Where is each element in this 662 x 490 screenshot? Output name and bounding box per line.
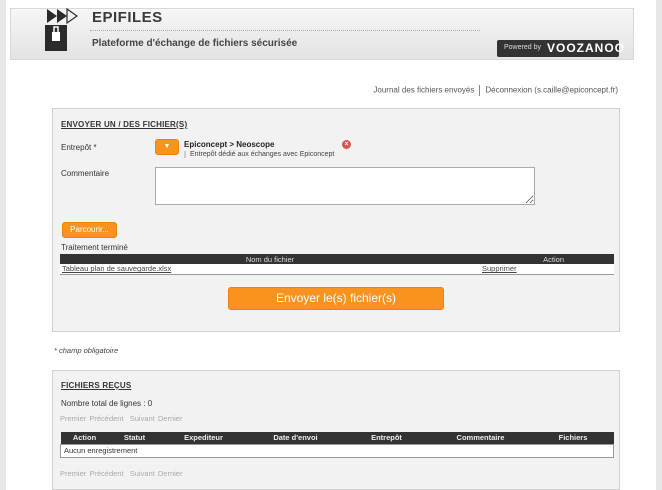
file-name-link[interactable]: Tableau plan de sauvegarde.xlsx	[60, 264, 480, 275]
comment-label: Commentaire	[61, 169, 110, 178]
column-header-files[interactable]: Fichiers	[532, 432, 614, 444]
total-rows-text: Nombre total de lignes : 0	[61, 399, 153, 408]
browse-button[interactable]: Parcourir...	[62, 222, 117, 238]
pager-prev[interactable]: Précédent	[89, 414, 123, 423]
entrepot-label: Entrepôt *	[61, 143, 97, 152]
link-separator	[479, 85, 481, 96]
powered-by-badge[interactable]: Powered by VOOZANOO	[497, 40, 624, 57]
delete-file-link[interactable]: Supprimer	[480, 264, 614, 275]
header-divider	[90, 30, 480, 31]
column-header-comment[interactable]: Commentaire	[428, 432, 533, 444]
column-header-filename: Nom du fichier	[60, 254, 480, 264]
pager-last[interactable]: Dernier	[158, 469, 183, 478]
pager-top: Premier Précédent Suivant Dernier	[60, 414, 182, 423]
uploaded-files-table: Nom du fichier Action Tableau plan de sa…	[60, 254, 614, 275]
mandatory-note: * champ obligatoire	[54, 346, 119, 355]
recv-panel-title: Fichiers reçus	[61, 381, 132, 390]
table-row: Tableau plan de sauvegarde.xlsx Supprime…	[60, 264, 614, 275]
column-header-action: Action	[480, 254, 614, 264]
send-panel-title: Envoyer un / des fichier(s)	[61, 120, 188, 129]
pager-first[interactable]: Premier	[60, 469, 86, 478]
top-links: Journal des fichiers envoyés Déconnexion …	[373, 85, 618, 96]
brand-logo: VOOZANOO	[547, 41, 626, 55]
remove-store-icon[interactable]: ×	[342, 140, 351, 149]
powered-by-label: Powered by	[504, 44, 541, 51]
comment-textarea[interactable]	[155, 167, 535, 205]
app-name: EPIFILES	[92, 9, 163, 26]
send-files-panel: Envoyer un / des fichier(s) Entrepôt * ▼…	[52, 108, 620, 332]
pager-first[interactable]: Premier	[60, 414, 86, 423]
table-row: Aucun enregistrement	[60, 443, 614, 458]
entrepot-dropdown-button[interactable]: ▼	[155, 139, 179, 155]
send-files-button[interactable]: Envoyer le(s) fichier(s)	[228, 287, 444, 310]
table-header-row: Action Statut Expediteur Date d'envoi En…	[60, 432, 614, 444]
pager-last[interactable]: Dernier	[158, 414, 183, 423]
pager-next[interactable]: Suivant	[130, 414, 155, 423]
column-header-status[interactable]: Statut	[108, 432, 161, 444]
store-description: Entrepôt dédié aux échanges avec Epiconc…	[184, 151, 334, 158]
logout-link[interactable]: Déconnexion (s.caille@epiconcept.fr)	[485, 86, 618, 95]
status-text: Traitement terminé	[61, 243, 128, 252]
column-header-date[interactable]: Date d'envoi	[246, 432, 345, 444]
app-subtitle: Plateforme d'échange de fichiers sécuris…	[92, 38, 298, 49]
column-header-store[interactable]: Entrepôt	[344, 432, 429, 444]
pager-prev[interactable]: Précédent	[89, 469, 123, 478]
received-files-panel: Fichiers reçus Nombre total de lignes : …	[52, 370, 620, 490]
column-header-sender[interactable]: Expediteur	[160, 432, 247, 444]
empty-row-text: Aucun enregistrement	[60, 443, 614, 458]
epifiles-logo-icon	[45, 7, 79, 51]
store-title: Epiconcept > Neoscope	[184, 140, 275, 149]
column-header-action[interactable]: Action	[60, 432, 109, 444]
table-header-row: Nom du fichier Action	[60, 254, 614, 264]
pager-bottom: Premier Précédent Suivant Dernier	[60, 469, 182, 478]
pager-next[interactable]: Suivant	[130, 469, 155, 478]
received-files-table: Action Statut Expediteur Date d'envoi En…	[60, 432, 614, 458]
journal-link[interactable]: Journal des fichiers envoyés	[373, 86, 474, 95]
